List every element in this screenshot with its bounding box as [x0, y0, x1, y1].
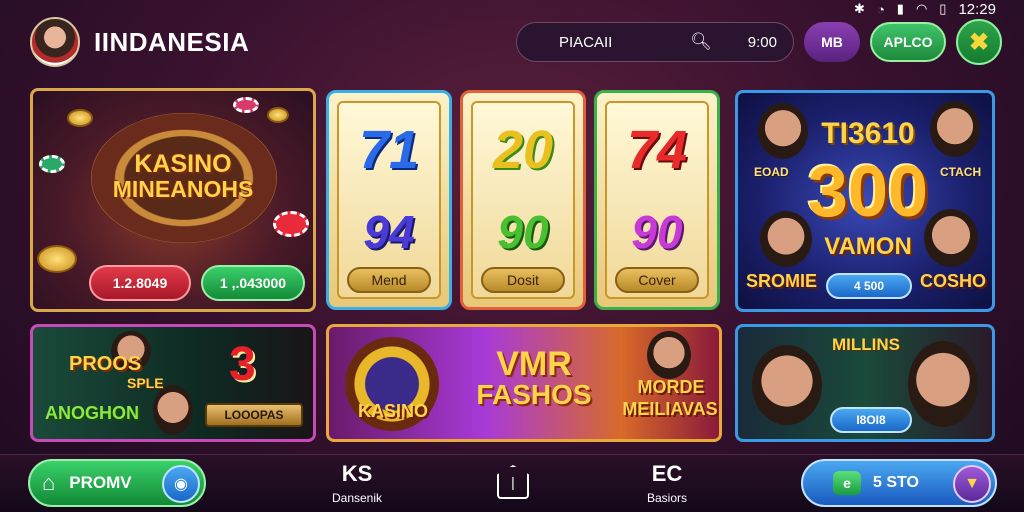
slot-card-2[interactable]: 20 90 Dosit: [460, 90, 586, 310]
kasino-card[interactable]: KASINO MINEANOHS 1.2.8049 1 ,.043000: [30, 88, 316, 312]
slot-number-bottom: 94: [363, 206, 415, 258]
character-portrait: [153, 385, 193, 435]
kasino-title-line2: MINEANOHS: [112, 176, 254, 203]
brand-title: IINDANESIA: [94, 26, 250, 57]
ks-icon: KS: [341, 461, 373, 486]
kasino-title-line1: KASINO: [134, 150, 232, 178]
casino-chip-icon: [233, 97, 259, 113]
character-portrait: [752, 345, 822, 425]
search-input[interactable]: PIACAII 🔍︎ 9:00: [516, 22, 794, 62]
home-button[interactable]: ⌂ PROMV ◉: [28, 459, 206, 507]
ec-icon: EC: [651, 461, 683, 486]
slot-label-button[interactable]: Dosit: [481, 267, 565, 293]
pros-title: PROOS: [69, 353, 142, 375]
vmr-right-line1: MORDE: [637, 377, 705, 397]
pros-number: 3: [229, 338, 256, 391]
jackpot-side-right: COSHO: [920, 271, 987, 291]
search-label: PIACAII: [559, 33, 613, 51]
bottom-navbar: ⌂ PROMV ◉ KS Dansenik | EC Basiors e 5 S…: [0, 454, 1024, 512]
character-portrait: [908, 341, 978, 427]
slot-number-top: 74: [626, 120, 688, 180]
bonus-icon: e: [833, 471, 861, 495]
casino-chip-icon: [39, 155, 65, 173]
jackpot-side-left: SROMIE: [746, 271, 818, 291]
slot-label-button[interactable]: Cover: [615, 267, 699, 293]
vmr-subtitle: FASHOS: [476, 379, 592, 410]
home-center-icon[interactable]: |: [497, 465, 529, 499]
jackpot-button[interactable]: 4 500: [826, 273, 912, 299]
search-icon[interactable]: 🔍︎: [690, 32, 712, 52]
close-icon[interactable]: ✖: [956, 19, 1002, 65]
app-header: IINDANESIA PIACAII 🔍︎ 9:00 MB APLCO ✖: [30, 14, 1002, 70]
slot-card-3[interactable]: 74 90 Cover: [594, 90, 720, 310]
target-icon[interactable]: ◉: [162, 465, 200, 503]
kasino-title: KASINO MINEANOHS: [73, 150, 293, 203]
pros-button[interactable]: LOOOPAS: [205, 403, 303, 427]
coin-icon: [67, 109, 93, 127]
slot-card-1[interactable]: 71 94 Mend: [326, 90, 452, 310]
pros-caption: ANOGHON: [45, 403, 139, 423]
slot-number-top: 71: [358, 120, 420, 180]
casino-chip-icon: [273, 211, 309, 237]
slot-number-top: 20: [492, 120, 554, 180]
nav-item-dansenik[interactable]: KS Dansenik: [312, 461, 402, 505]
millions-button[interactable]: I8OI8: [830, 407, 912, 433]
header-actions: PIACAII 🔍︎ 9:00 MB APLCO ✖: [516, 19, 1002, 65]
jackpot-card[interactable]: EOAD CTACH TI3610 300 VAMON SROMIE COSHO…: [735, 90, 995, 312]
vmr-kasino-label: KASINO: [357, 401, 428, 421]
player-portrait: [930, 101, 980, 157]
avatar[interactable]: [30, 17, 80, 67]
slot-label-button[interactable]: Mend: [347, 267, 431, 293]
millions-card[interactable]: MILLINS I8OI8: [735, 324, 995, 442]
jackpot-subtitle: VAMON: [824, 233, 912, 260]
search-time: 9:00: [747, 33, 777, 51]
coin-icon: [267, 107, 289, 123]
vmr-card[interactable]: KASINO VMR FASHOS MORDE MEILIAVAS: [326, 324, 722, 442]
bonus-button[interactable]: e 5 STO ▼: [801, 459, 997, 507]
jackpot-amount: 300: [807, 152, 929, 232]
nav-item-label: Basiors: [646, 491, 687, 505]
crown-icon[interactable]: ▼: [953, 465, 991, 503]
bonus-label: 5 STO: [873, 474, 919, 491]
millions-title: MILLINS: [832, 335, 900, 354]
jackpot-title: TI3610: [821, 117, 915, 150]
pros-card[interactable]: PROOS SPLE ANOGHON 3 LOOOPAS: [30, 324, 316, 442]
apply-button[interactable]: APLCO: [870, 22, 946, 62]
slot-number-bottom: 90: [497, 206, 549, 258]
slot-number-bottom: 90: [631, 206, 683, 258]
pros-subtitle: SPLE: [127, 375, 164, 391]
nav-item-label: Dansenik: [331, 491, 383, 505]
kasino-red-button[interactable]: 1.2.8049: [89, 265, 191, 301]
vmr-right-line2: MEILIAVAS: [622, 399, 718, 419]
mb-button[interactable]: MB: [804, 22, 860, 62]
home-label: PROMV: [69, 473, 132, 492]
home-icon: ⌂: [42, 470, 56, 495]
kasino-green-button[interactable]: 1 ,.043000: [201, 265, 305, 301]
nav-item-basiors[interactable]: EC Basiors: [622, 461, 712, 505]
character-portrait: [647, 331, 691, 379]
coin-icon: [37, 245, 77, 273]
